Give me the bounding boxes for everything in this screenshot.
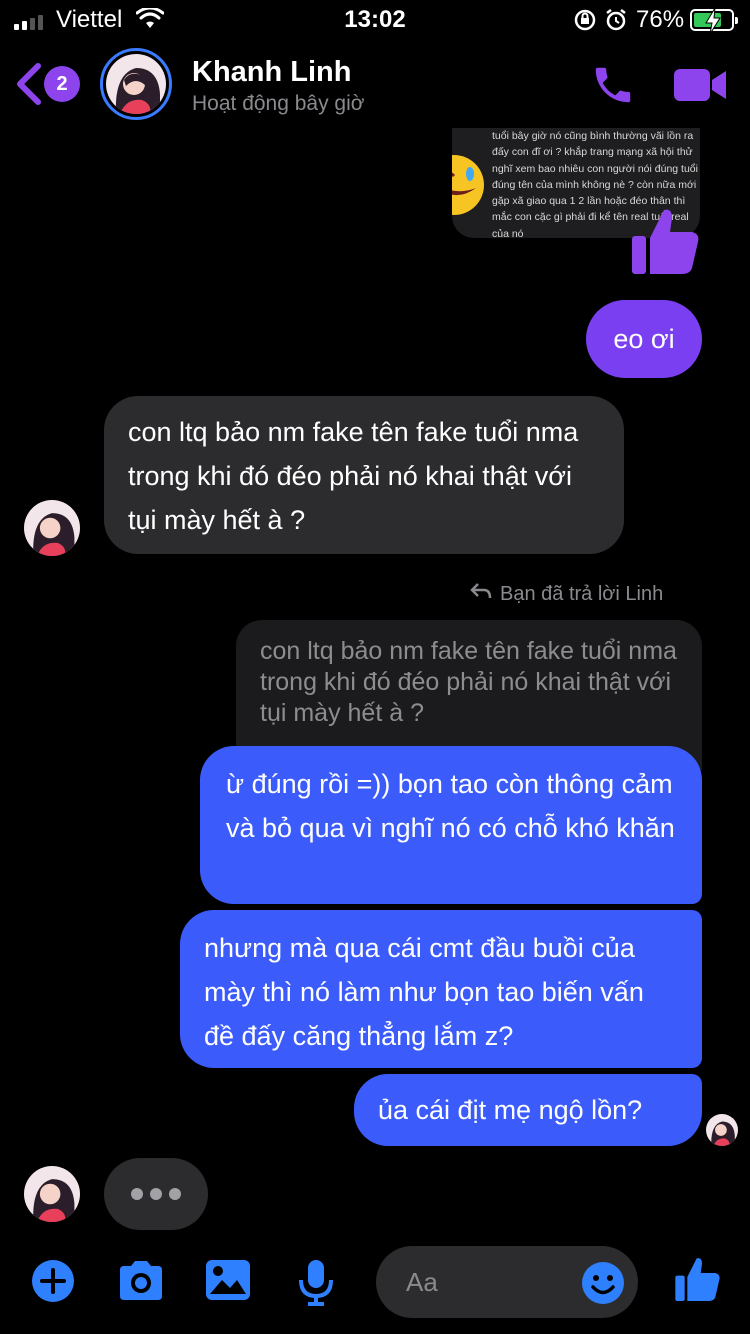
video-call-icon[interactable] <box>672 66 728 109</box>
contact-avatar[interactable] <box>100 48 172 120</box>
contact-avatar-small[interactable] <box>24 1166 80 1222</box>
outgoing-message[interactable]: ủa cái địt mẹ ngộ lồn? <box>354 1074 702 1146</box>
incoming-message[interactable]: con ltq bảo nm fake tên fake tuổi nma tr… <box>104 396 624 554</box>
outgoing-message[interactable]: ừ đúng rồi =)) bọn tao còn thông cảm và … <box>200 746 702 904</box>
unread-count-badge[interactable]: 2 <box>44 66 80 102</box>
seen-receipt-avatar <box>706 1114 738 1146</box>
back-chevron-icon[interactable] <box>14 62 44 111</box>
reply-indicator: Bạn đã trả lời Linh <box>470 582 663 606</box>
camera-icon[interactable] <box>116 1258 166 1309</box>
charging-bolt-icon <box>705 7 721 39</box>
message-composer <box>0 1240 750 1334</box>
thumbs-up-send-icon[interactable] <box>674 1254 722 1309</box>
battery-percent: 76% <box>636 6 685 33</box>
typing-indicator <box>104 1158 208 1230</box>
status-bar: Viettel 13:02 76% <box>0 0 750 42</box>
message-input[interactable] <box>406 1264 566 1300</box>
conversation-header: 2 Khanh Linh Hoạt động bây giờ <box>0 42 750 128</box>
thumbs-up-reaction-icon <box>630 206 702 281</box>
phone-call-icon[interactable] <box>590 62 636 113</box>
microphone-icon[interactable] <box>296 1258 336 1311</box>
plus-icon[interactable] <box>30 1258 76 1309</box>
contact-name[interactable]: Khanh Linh <box>192 56 351 89</box>
emoji-smiley-icon[interactable] <box>580 1260 626 1311</box>
image-gallery-icon[interactable] <box>204 1258 252 1307</box>
contact-active-status: Hoạt động bây giờ <box>192 92 365 115</box>
contact-avatar-small[interactable] <box>24 500 80 556</box>
outgoing-message[interactable]: eo ơi <box>586 300 702 378</box>
reply-arrow-icon <box>470 582 492 606</box>
reply-note-text: Bạn đã trả lời Linh <box>500 582 664 605</box>
alarm-icon <box>604 8 628 37</box>
rotation-lock-icon <box>574 9 596 36</box>
outgoing-message[interactable]: nhưng mà qua cái cmt đầu buồi của mày th… <box>180 910 702 1068</box>
laughing-emoji-icon <box>452 152 486 218</box>
